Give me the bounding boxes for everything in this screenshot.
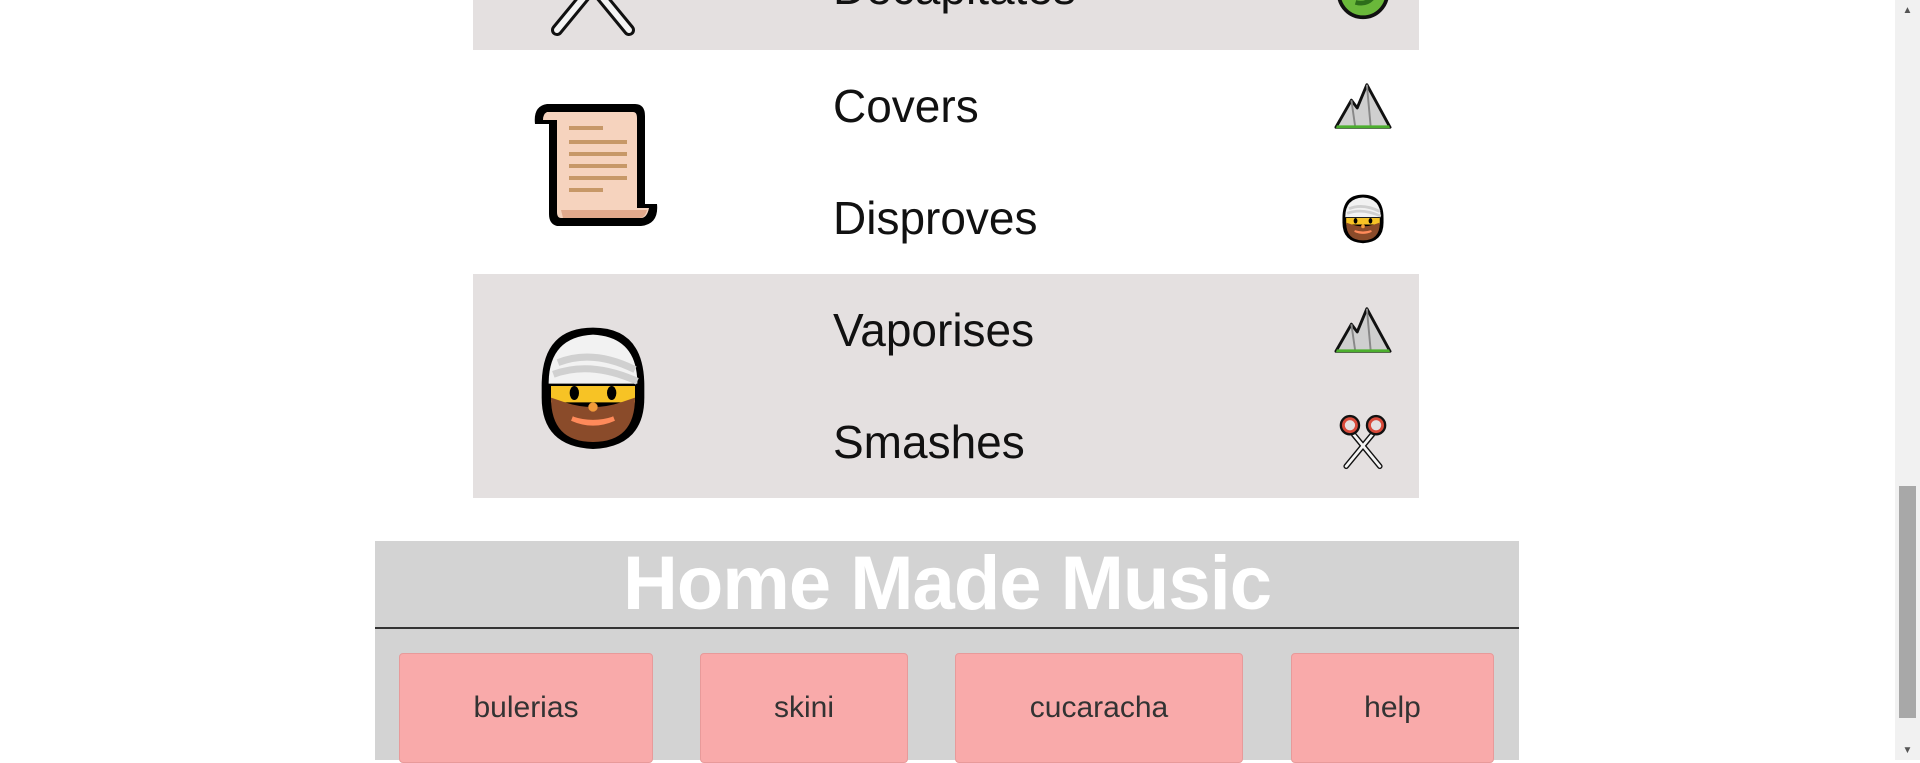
nav-skini-button[interactable]: skini [700,653,908,763]
rule-line: Smashes [693,386,1419,498]
rule-row-spock: Vaporises Smashes [473,274,1419,498]
nav-cucaracha-button[interactable]: cucaracha [955,653,1243,763]
rule-verb: Smashes [833,416,1025,468]
scissors-icon [493,0,693,50]
rule-line: Disproves [693,162,1419,274]
rule-row-scissors: Decapitates [473,0,1419,50]
rules-table: Decapitates Covers Disproves [473,0,1419,498]
rock-mountain-icon [1323,80,1403,132]
rule-line: Decapitates [693,0,1419,45]
footer-nav: bulerias skini cucaracha help [375,629,1519,763]
scroll-down-arrow-icon[interactable]: ▼ [1895,740,1920,760]
vertical-scrollbar[interactable]: ▲ ▼ [1895,0,1920,760]
scroll-up-arrow-icon[interactable]: ▲ [1895,0,1920,20]
scroll-thumb[interactable] [1899,486,1916,718]
spock-person-icon [1323,190,1403,246]
rule-line: Vaporises [693,274,1419,386]
lizard-icon [1323,0,1403,21]
rule-row-paper: Covers Disproves [473,50,1419,274]
rule-verb: Disproves [833,192,1038,244]
nav-help-button[interactable]: help [1291,653,1494,763]
rule-line: Covers [693,50,1419,162]
nav-bulerias-button[interactable]: bulerias [399,653,653,763]
spock-person-icon [493,274,693,498]
rock-mountain-icon [1323,304,1403,356]
paper-scroll-icon [493,50,693,274]
scissors-icon [1323,414,1403,470]
footer-title: Home Made Music [375,541,1519,629]
footer: Home Made Music bulerias skini cucaracha… [375,541,1519,763]
rule-verb: Covers [833,80,979,132]
rule-verb: Decapitates [693,0,1253,15]
rule-verb: Vaporises [833,304,1035,356]
